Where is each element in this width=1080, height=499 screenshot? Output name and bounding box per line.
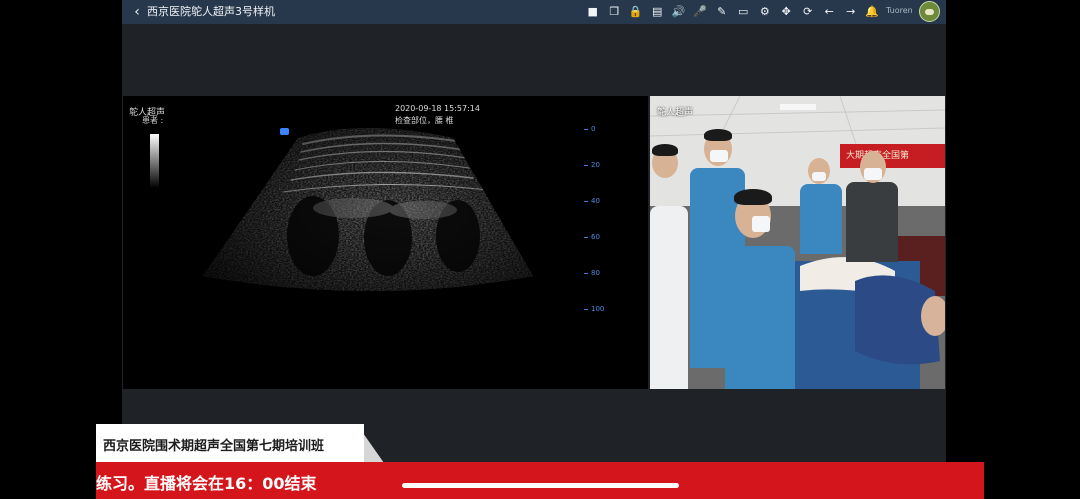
avatar[interactable] bbox=[919, 1, 940, 22]
mask bbox=[752, 216, 770, 232]
speaker-icon[interactable]: 🔊 bbox=[668, 2, 690, 22]
depth-label: 100 bbox=[591, 305, 605, 313]
course-title: 西京医院围术期超声全国第七期培训班 bbox=[103, 439, 325, 454]
scan-datetime: 2020-09-18 15:57:14 bbox=[395, 104, 480, 113]
depth-tick bbox=[584, 201, 588, 202]
hair bbox=[652, 144, 678, 156]
depth-tick bbox=[584, 129, 588, 130]
exam-site: 检查部位，腰 椎 bbox=[395, 116, 454, 125]
person bbox=[725, 246, 795, 389]
chevron-left-icon[interactable]: ‹ bbox=[128, 2, 146, 22]
depth-label: 20 bbox=[591, 161, 600, 169]
camera-feed: 大期超声全国第 鸵人超声 bbox=[650, 96, 945, 389]
stop-icon[interactable]: ■ bbox=[582, 2, 604, 22]
news-ticker: 组练习。直播将会在16：00结束 bbox=[96, 462, 984, 499]
ultrasound-panel: 鸵人超声 患者 : 2020-09-18 15:57:14 检查部位，腰 椎 0… bbox=[123, 96, 648, 389]
grayscale-bar bbox=[150, 134, 159, 188]
ultrasound-image bbox=[203, 128, 533, 291]
depth-tick bbox=[584, 165, 588, 166]
monitor-icon[interactable]: ▭ bbox=[733, 2, 755, 22]
pen-icon[interactable]: ✎ bbox=[711, 2, 733, 22]
hair bbox=[734, 189, 772, 205]
depth-tick bbox=[584, 237, 588, 238]
mask bbox=[812, 172, 826, 181]
collapse-icon[interactable]: ✥ bbox=[776, 2, 798, 22]
settings-icon[interactable]: ⚙ bbox=[754, 2, 776, 22]
window-title: 西京医院鸵人超声3号样机 bbox=[147, 5, 275, 18]
username: Tuoren bbox=[886, 6, 913, 15]
depth-label: 80 bbox=[591, 269, 600, 277]
depth-label: 60 bbox=[591, 233, 600, 241]
lock-icon[interactable]: 🔒 bbox=[625, 2, 647, 22]
book-icon[interactable]: ▤ bbox=[647, 2, 669, 22]
mask bbox=[710, 150, 728, 162]
depth-label: 40 bbox=[591, 197, 600, 205]
depth-tick bbox=[584, 273, 588, 274]
camera-label: 鸵人超声 bbox=[657, 108, 694, 118]
home-indicator[interactable] bbox=[402, 483, 679, 488]
copy-icon[interactable]: ❐ bbox=[604, 2, 626, 22]
arrow-left-icon[interactable]: ← bbox=[819, 2, 841, 22]
classroom-banner: 大期超声全国第 bbox=[840, 144, 945, 168]
ticker-text: 组练习。直播将会在16：00结束 bbox=[96, 474, 317, 493]
patient-label: 患者 : bbox=[142, 116, 164, 125]
depth-label: 0 bbox=[591, 125, 596, 133]
bell-icon[interactable]: 🔔 bbox=[862, 2, 884, 22]
refresh-icon[interactable]: ⟳ bbox=[797, 2, 819, 22]
depth-tick bbox=[584, 309, 588, 310]
hair bbox=[704, 129, 732, 141]
toolbar: ■ ❐ 🔒 ▤ 🔊 🎤 ✎ ▭ ⚙ ✥ ⟳ ← → 🔔 bbox=[582, 2, 883, 22]
person bbox=[650, 206, 688, 389]
arrow-right-icon[interactable]: → bbox=[840, 2, 862, 22]
mask bbox=[864, 168, 882, 180]
top-bar: ‹ 西京医院鸵人超声3号样机 ■ ❐ 🔒 ▤ 🔊 🎤 ✎ ▭ ⚙ ✥ ⟳ ← → 🔔 Tuoren bbox=[122, 0, 946, 24]
person bbox=[800, 184, 842, 254]
person bbox=[846, 182, 898, 262]
microphone-icon[interactable]: 🎤 bbox=[690, 2, 712, 22]
